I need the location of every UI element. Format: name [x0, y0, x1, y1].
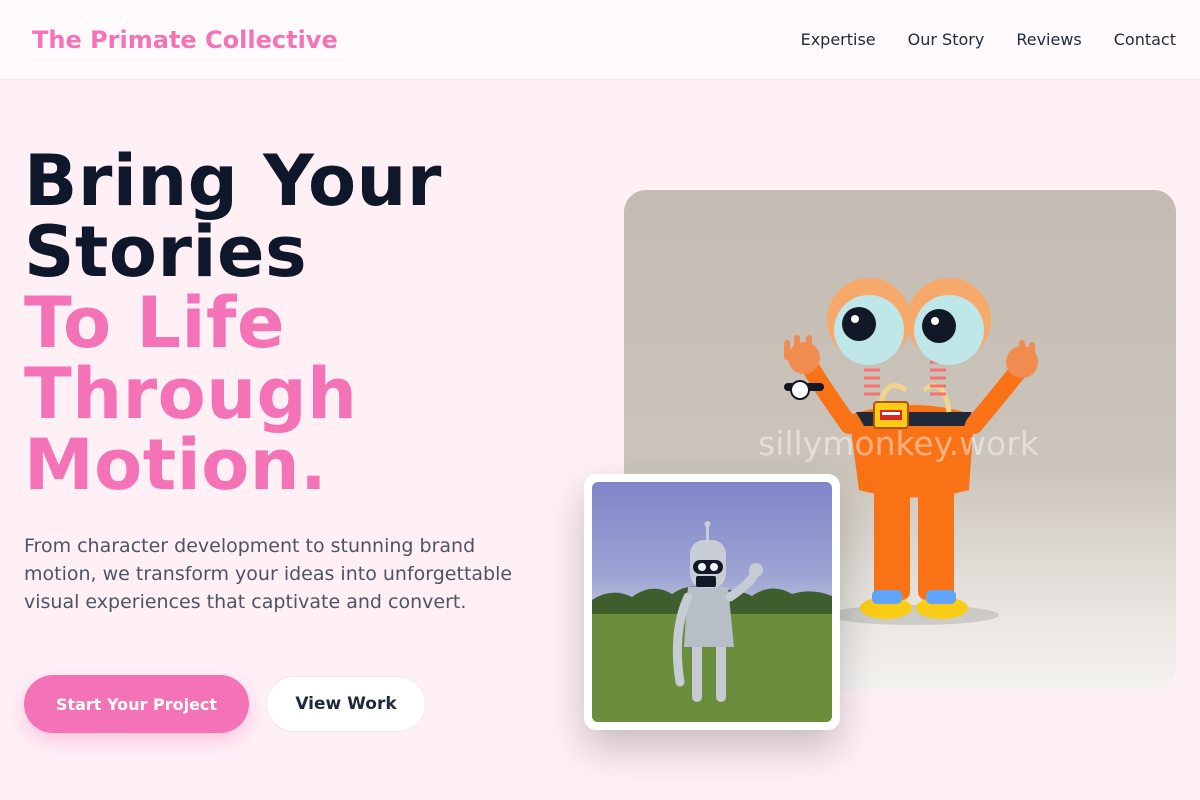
nav-link-contact[interactable]: Contact — [1114, 30, 1176, 49]
site-logo[interactable]: The Primate Collective — [24, 20, 346, 59]
nav-link-expertise[interactable]: Expertise — [801, 30, 876, 49]
view-work-button[interactable]: View Work — [266, 676, 426, 732]
headline-line-3: To Life — [24, 282, 285, 364]
featured-thumbnail[interactable] — [584, 474, 840, 730]
image-watermark: sillymonkey.work — [758, 424, 1039, 463]
hero-description: From character development to stunning b… — [24, 535, 513, 613]
nav-link-our-story[interactable]: Our Story — [908, 30, 985, 49]
headline-line-5: Motion. — [24, 424, 328, 506]
nav-link-reviews[interactable]: Reviews — [1016, 30, 1081, 49]
nav-links: Expertise Our Story Reviews Contact — [801, 30, 1176, 49]
silver-robot-illustration — [592, 521, 832, 722]
start-project-button[interactable]: Start Your Project — [24, 675, 249, 733]
hero-headline: Bring Your Stories To Life Through Motio… — [24, 146, 442, 501]
robot-field-photo — [592, 482, 832, 722]
navbar: The Primate Collective Expertise Our Sto… — [0, 0, 1200, 80]
headline-line-2: Stories — [24, 211, 308, 293]
headline-line-1: Bring Your — [24, 140, 442, 222]
headline-line-4: Through — [24, 353, 358, 435]
